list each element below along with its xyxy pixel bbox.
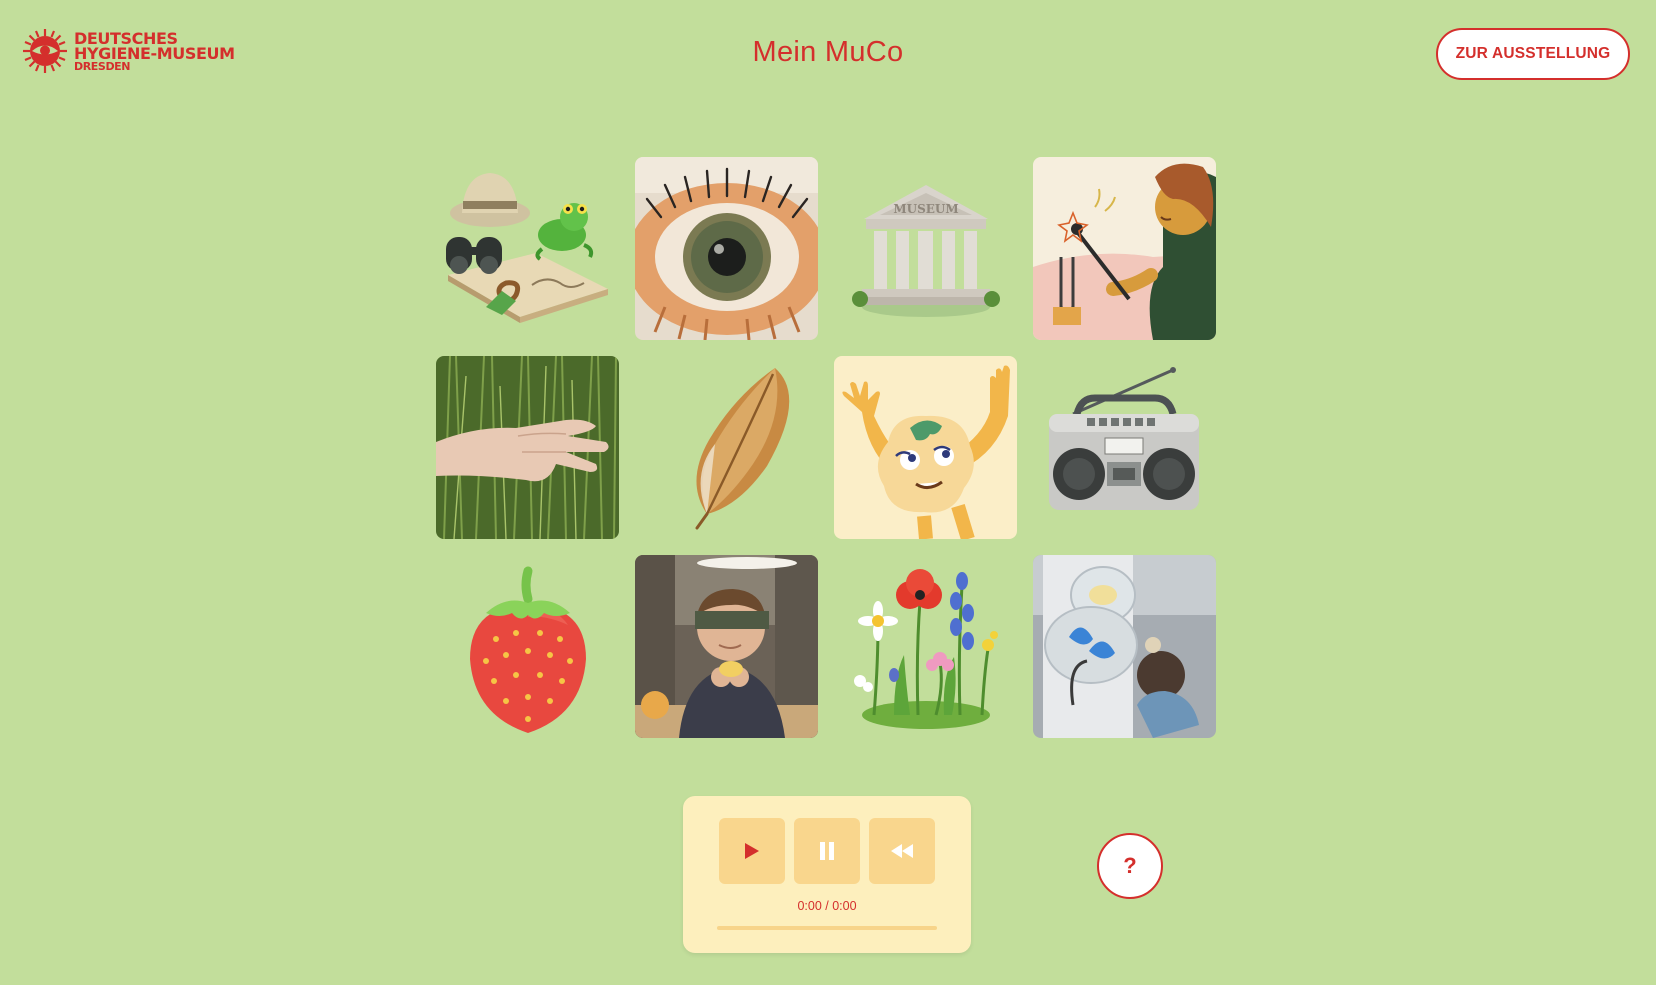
image-grid: MUSEUM bbox=[436, 157, 1216, 738]
tile-boombox[interactable] bbox=[1033, 356, 1216, 539]
museum-building-icon: MUSEUM bbox=[834, 157, 1017, 340]
hand-in-grass-icon bbox=[436, 356, 619, 539]
strawberry-icon bbox=[436, 555, 619, 738]
tile-museum-building[interactable]: MUSEUM bbox=[834, 157, 1017, 340]
tile-explorer-kit[interactable] bbox=[436, 157, 619, 340]
explorer-kit-icon bbox=[436, 157, 619, 340]
museum-sign-text: MUSEUM bbox=[893, 202, 958, 216]
tile-child-at-exhibit[interactable] bbox=[1033, 555, 1216, 738]
tile-hand-in-grass[interactable] bbox=[436, 356, 619, 539]
blindfolded-child-icon bbox=[635, 555, 818, 738]
tile-eye-model[interactable] bbox=[635, 157, 818, 340]
page-title: Mein MuCo bbox=[752, 36, 904, 68]
muco-mascot-icon bbox=[834, 356, 1017, 539]
audio-player: 0:00 / 0:00 bbox=[683, 796, 971, 953]
help-button[interactable]: ? bbox=[1097, 833, 1163, 899]
eye-model-icon bbox=[635, 157, 818, 340]
boombox-radio-icon bbox=[1033, 356, 1216, 539]
feather-icon bbox=[635, 356, 818, 539]
tile-tuning-fork[interactable] bbox=[1033, 157, 1216, 340]
tile-muco-mascot[interactable] bbox=[834, 356, 1017, 539]
child-at-exhibit-icon bbox=[1033, 555, 1216, 738]
play-button[interactable] bbox=[719, 818, 785, 884]
playback-time: 0:00 / 0:00 bbox=[797, 899, 857, 913]
tile-feather[interactable] bbox=[635, 356, 818, 539]
to-exhibition-button[interactable]: ZUR AUSSTELLUNG bbox=[1436, 28, 1630, 80]
pause-button[interactable] bbox=[794, 818, 860, 884]
rewind-icon bbox=[891, 844, 913, 858]
play-icon bbox=[745, 843, 759, 859]
wildflowers-icon bbox=[834, 555, 1017, 738]
tuning-fork-illustration-icon bbox=[1033, 157, 1216, 340]
progress-bar[interactable] bbox=[717, 926, 937, 930]
tile-blindfolded-child[interactable] bbox=[635, 555, 818, 738]
tile-wildflowers[interactable] bbox=[834, 555, 1017, 738]
rewind-button[interactable] bbox=[869, 818, 935, 884]
pause-icon bbox=[820, 842, 834, 860]
tile-strawberry[interactable] bbox=[436, 555, 619, 738]
